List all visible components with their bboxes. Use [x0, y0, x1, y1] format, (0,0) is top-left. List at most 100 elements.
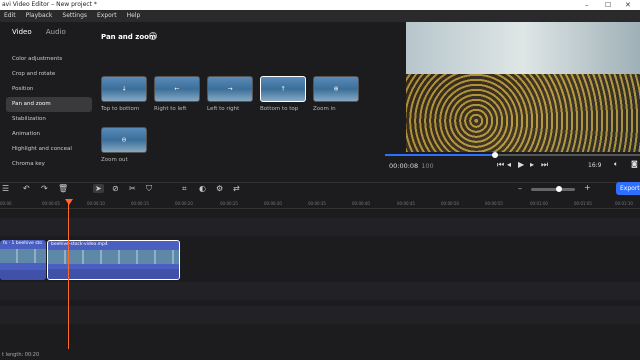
zoom-slider-handle[interactable] — [556, 186, 562, 192]
video-preview[interactable] — [406, 22, 640, 152]
zoom-in-button[interactable]: + — [584, 183, 591, 192]
sidebar-item-pan-zoom[interactable]: Pan and zoom — [6, 97, 92, 112]
preset-thumbnail[interactable]: ↓ — [101, 76, 147, 102]
play-icon[interactable]: ▶ — [518, 160, 524, 169]
arrow-down-icon: ↓ — [121, 85, 127, 93]
preset-label: Left to right — [207, 106, 240, 112]
menu-export[interactable]: Export — [97, 10, 117, 22]
preset-bottom-to-top[interactable]: ↑ Bottom to top — [260, 76, 308, 112]
sidebar-item-crop-rotate[interactable]: Crop and rotate — [6, 67, 92, 82]
preset-right-to-left[interactable]: ← Right to left — [154, 76, 202, 112]
ruler-tick: 00:00:30 — [264, 201, 282, 206]
timecode: 00:00:08 100 — [389, 162, 434, 170]
tab-bar: Video Audio — [12, 28, 78, 36]
status-bar: t length: 00:20 — [0, 350, 640, 360]
shield-icon[interactable]: ⛉ — [146, 184, 152, 194]
preset-thumbnail[interactable]: → — [207, 76, 253, 102]
preset-label: Right to left — [154, 106, 187, 112]
sidebar-item-chroma-key[interactable]: Chroma key — [6, 157, 92, 172]
tab-video[interactable]: Video — [12, 28, 32, 36]
help-icon[interactable]: ? — [149, 32, 157, 40]
sidebar-item-stabilization[interactable]: Stabilization — [6, 112, 92, 127]
playhead-handle[interactable] — [65, 199, 73, 205]
seek-handle[interactable] — [491, 152, 498, 158]
aspect-ratio-select[interactable]: 16:9 — [588, 162, 601, 169]
ruler-tick: 00:00:10 — [87, 201, 105, 206]
timeline-clip[interactable]: fx · 1 beehive sto — [0, 240, 46, 280]
volume-icon[interactable]: 🔈︎ — [614, 160, 618, 169]
delete-icon[interactable]: 🗑︎ — [58, 184, 68, 193]
arrow-up-icon: ↑ — [280, 85, 286, 93]
preset-label: Bottom to top — [260, 106, 299, 112]
timeline-zoom-slider[interactable] — [531, 188, 575, 191]
skip-back-icon[interactable]: ⏮ — [497, 160, 504, 170]
close-icon[interactable]: ✕ — [625, 0, 631, 10]
step-forward-icon[interactable]: ▸ — [530, 160, 534, 169]
sidebar-item-highlight-conceal[interactable]: Highlight and conceal — [6, 142, 92, 157]
frame-count: 100 — [421, 162, 434, 170]
crop-icon[interactable]: ⌗ — [182, 184, 187, 194]
pointer-icon[interactable]: ➤ — [93, 184, 104, 193]
clip-name: beehive-stock-video.mp4 — [51, 242, 108, 247]
sidebar-item-animation[interactable]: Animation — [6, 127, 92, 142]
track-row — [0, 282, 640, 300]
ripple-icon[interactable]: ⊘ — [112, 184, 119, 193]
seek-bar[interactable] — [385, 152, 640, 158]
preview-background — [406, 22, 640, 74]
zoom-out-icon: ⊖ — [121, 136, 127, 144]
timeline-clip-selected[interactable]: beehive-stock-video.mp4 — [47, 240, 180, 280]
zoom-out-button[interactable]: – — [518, 184, 522, 193]
timeline-tracks[interactable] — [0, 210, 640, 350]
tab-audio[interactable]: Audio — [46, 28, 66, 36]
snapshot-icon[interactable]: ◙ — [631, 160, 638, 168]
menu-settings[interactable]: Settings — [62, 10, 87, 22]
project-length: t length: 00:20 — [2, 352, 40, 358]
timeline-ruler[interactable]: 00:00 00:00:05 00:00:10 00:00:15 00:00:2… — [0, 199, 640, 209]
ruler-tick: 00:00:40 — [352, 201, 370, 206]
transition-icon[interactable]: ⇄ — [233, 184, 240, 193]
maximize-icon[interactable]: ☐ — [605, 0, 611, 10]
pan-zoom-title: Pan and zoom — [101, 33, 157, 41]
ruler-tick: 00:01:10 — [615, 201, 633, 206]
step-back-icon[interactable]: ◂ — [507, 160, 511, 169]
ruler-tick: 00:01:00 — [530, 201, 548, 206]
arrow-right-icon: → — [227, 85, 233, 93]
menu-playback[interactable]: Playback — [26, 10, 53, 22]
preset-thumbnail[interactable]: ⊕ — [313, 76, 359, 102]
minimize-icon[interactable]: – — [585, 0, 589, 10]
ruler-tick: 00:00:35 — [308, 201, 326, 206]
preset-left-to-right[interactable]: → Left to right — [207, 76, 255, 112]
menu-help[interactable]: Help — [127, 10, 141, 22]
preset-label: Zoom in — [313, 106, 336, 112]
cut-icon[interactable]: ✂ — [129, 184, 136, 193]
settings-icon[interactable]: ☰ — [2, 184, 9, 193]
preset-label: Top to bottom — [101, 106, 140, 112]
seek-progress — [385, 154, 495, 156]
sidebar-item-color-adjustments[interactable]: Color adjustments — [6, 52, 92, 67]
ruler-tick: 00:00:15 — [131, 201, 149, 206]
export-button[interactable]: Export — [616, 182, 640, 195]
sidebar-item-position[interactable]: Position — [6, 82, 92, 97]
window-title: avi Video Editor – New project * — [2, 1, 97, 8]
adjust-icon[interactable]: ⚙ — [216, 184, 223, 193]
preset-thumbnail[interactable]: ↑ — [260, 76, 306, 102]
preset-zoom-out[interactable]: ⊖ Zoom out — [101, 127, 149, 163]
preset-thumbnail[interactable]: ⊖ — [101, 127, 147, 153]
preview-bees — [406, 74, 640, 152]
undo-icon[interactable]: ↶ — [23, 184, 30, 193]
ruler-tick: 00:00:20 — [175, 201, 193, 206]
menu-bar: Edit Playback Settings Export Help — [0, 10, 640, 22]
preset-top-to-bottom[interactable]: ↓ Top to bottom — [101, 76, 149, 112]
preset-label: Zoom out — [101, 157, 128, 163]
ruler-tick: 00:00 — [0, 201, 12, 206]
ruler-tick: 00:00:50 — [441, 201, 459, 206]
playhead[interactable] — [68, 199, 69, 349]
skip-forward-icon[interactable]: ⏭ — [541, 160, 548, 170]
speed-icon[interactable]: ◐ — [199, 184, 206, 193]
zoom-in-icon: ⊕ — [333, 85, 339, 93]
preset-thumbnail[interactable]: ← — [154, 76, 200, 102]
redo-icon[interactable]: ↷ — [41, 184, 48, 193]
menu-edit[interactable]: Edit — [4, 10, 16, 22]
preset-zoom-in[interactable]: ⊕ Zoom in — [313, 76, 361, 112]
current-time: 00:00:08 — [389, 162, 419, 170]
